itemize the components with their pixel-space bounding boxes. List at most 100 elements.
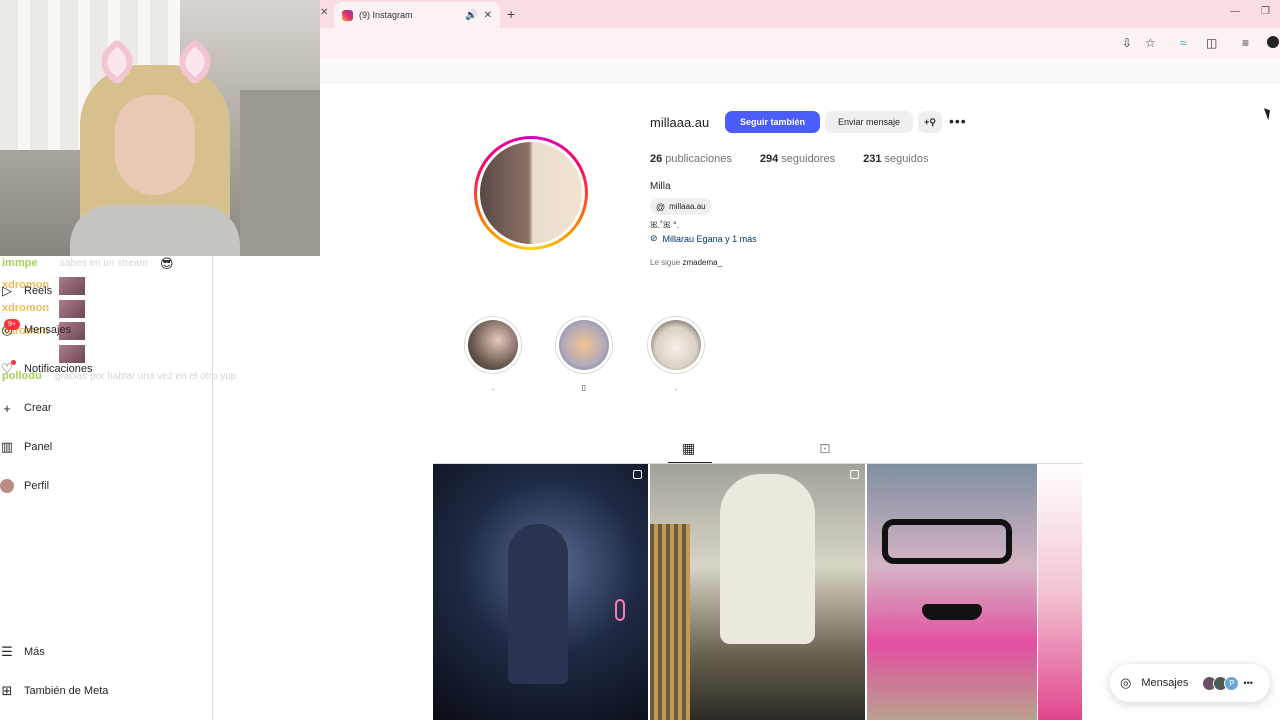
followers-stat[interactable]: 294 seguidores bbox=[760, 153, 835, 165]
bookmark-star-icon[interactable]: ☆ bbox=[1145, 36, 1156, 50]
more-options-icon[interactable]: ••• bbox=[949, 113, 967, 129]
sidebar-item-perfil[interactable]: Perfil bbox=[0, 479, 49, 493]
tab-title: (9) Instagram bbox=[359, 10, 413, 20]
sidebar-item-label: Mensajes bbox=[24, 324, 72, 336]
extension-icon[interactable]: ≈ bbox=[1180, 36, 1187, 50]
address-bar[interactable] bbox=[320, 28, 1280, 58]
profile-bio: ꕤ.˚ꕤ °. bbox=[650, 220, 680, 230]
sidebar-item-tambien-de-meta[interactable]: ⊞ También de Meta bbox=[0, 683, 109, 698]
chat-emote bbox=[59, 277, 85, 295]
speaker-icon[interactable]: 🔊 bbox=[465, 10, 477, 21]
chat-username: xdromon bbox=[2, 302, 50, 314]
sidebar-item-reels[interactable]: ▷ Reels bbox=[0, 283, 53, 298]
previous-tab-close-icon[interactable]: ✕ bbox=[320, 7, 328, 18]
grid-icon[interactable]: ▦ bbox=[682, 440, 695, 457]
streamer-shirt bbox=[70, 205, 240, 256]
post-thumbnail[interactable] bbox=[433, 464, 648, 720]
sidebar-item-label: Más bbox=[24, 646, 45, 658]
highlight-image bbox=[651, 320, 701, 370]
webcam-background-shelf bbox=[240, 90, 320, 256]
sidebar-item-mas[interactable]: ☰ Más bbox=[0, 644, 45, 659]
highlight-label: . bbox=[674, 383, 678, 392]
highlight-image bbox=[468, 320, 518, 370]
chat-emote bbox=[59, 345, 85, 363]
sidebar-item-label: Notificaciones bbox=[24, 363, 93, 375]
browser-tab-instagram[interactable]: (9) Instagram 🔊 ✕ bbox=[334, 2, 500, 28]
more-icon: ••• bbox=[1243, 678, 1253, 688]
followed-by[interactable]: Le sigue zmadema_ bbox=[650, 258, 722, 267]
webcam-overlay bbox=[0, 0, 320, 256]
link-icon: ⊘ bbox=[650, 233, 658, 243]
mutual-link[interactable]: ⊘ Millarau Egana y 1 más bbox=[650, 233, 757, 244]
emote-icon: 😎 bbox=[160, 256, 174, 271]
following-label: seguidos bbox=[884, 153, 929, 165]
following-stat[interactable]: 231 seguidos bbox=[863, 153, 928, 165]
sidebar-item-label: Reels bbox=[24, 285, 53, 297]
messenger-icon: ◎ bbox=[1120, 675, 1132, 690]
carousel-icon bbox=[1067, 470, 1076, 479]
sidebar-item-crear[interactable]: + Crear bbox=[0, 400, 52, 416]
meta-apps-icon: ⊞ bbox=[1, 683, 13, 698]
minimize-icon[interactable]: — bbox=[1230, 6, 1240, 17]
reels-icon: ▷ bbox=[2, 283, 12, 298]
mouse-cursor-icon bbox=[1263, 106, 1274, 121]
instagram-favicon-icon bbox=[342, 9, 353, 21]
send-message-button[interactable]: Enviar mensaje bbox=[825, 111, 913, 133]
profile-avatar-icon[interactable] bbox=[1267, 36, 1279, 48]
tagged-icon[interactable]: ⊡ bbox=[819, 440, 831, 457]
avatar-icon bbox=[0, 479, 14, 493]
restore-icon[interactable]: ❐ bbox=[1261, 6, 1270, 17]
threads-icon: @ bbox=[656, 201, 666, 212]
post-gate bbox=[650, 524, 690, 720]
post-statue bbox=[720, 474, 815, 644]
install-app-icon[interactable]: ⇩ bbox=[1122, 36, 1132, 50]
highlight-label: ▯ bbox=[581, 383, 587, 392]
post-thumbnail[interactable] bbox=[650, 464, 865, 720]
post-figure bbox=[508, 524, 568, 684]
chat-username: immpe bbox=[2, 257, 38, 269]
sidebar-item-panel[interactable]: ▥ Panel bbox=[0, 439, 52, 454]
tab-close-icon[interactable]: ✕ bbox=[484, 10, 492, 21]
profile-full-name: Milla bbox=[650, 181, 671, 192]
post-thumbnail[interactable] bbox=[1038, 464, 1082, 720]
threads-handle: millaaa.au bbox=[669, 202, 706, 211]
extensions-puzzle-icon[interactable]: ◫ bbox=[1206, 36, 1217, 50]
new-tab-button[interactable]: + bbox=[507, 6, 515, 22]
page-top-strip bbox=[320, 58, 1280, 83]
streamer bbox=[70, 37, 240, 256]
post-thumbnail[interactable] bbox=[867, 464, 1037, 720]
threads-badge[interactable]: @ millaaa.au bbox=[650, 198, 712, 215]
profile-username: millaaa.au bbox=[650, 115, 710, 130]
chat-message: sabes en un stream bbox=[60, 258, 148, 269]
sidebar-item-label: También de Meta bbox=[24, 685, 109, 697]
messages-label: Mensajes bbox=[1141, 677, 1189, 689]
followed-by-user: zmadema_ bbox=[682, 258, 723, 267]
menu-icon: ☰ bbox=[1, 644, 13, 659]
post-neon-sign bbox=[615, 599, 625, 621]
media-control-icon[interactable]: ≡ bbox=[1242, 36, 1249, 50]
sidebar-item-label: Crear bbox=[24, 402, 52, 414]
story-highlight[interactable] bbox=[464, 316, 522, 374]
following-count: 231 bbox=[863, 153, 882, 165]
followed-by-prefix: Le sigue bbox=[650, 258, 681, 267]
profile-stats: 26 publicaciones 294 seguidores 231 seguido… bbox=[650, 153, 929, 165]
post-glasses bbox=[882, 519, 1012, 564]
chat-emote bbox=[59, 300, 85, 318]
story-highlight[interactable] bbox=[647, 316, 705, 374]
avatar-border bbox=[477, 139, 585, 247]
highlight-image bbox=[559, 320, 609, 370]
carousel-icon bbox=[850, 470, 859, 479]
mutual-text: Millarau Egana y 1 más bbox=[662, 233, 757, 244]
suggested-users-button[interactable]: +⚲ bbox=[918, 111, 942, 133]
chart-icon: ▥ bbox=[0, 439, 14, 454]
plus-icon: + bbox=[3, 400, 11, 416]
follow-back-button[interactable]: Seguir también bbox=[725, 111, 820, 133]
posts-count: 26 bbox=[650, 153, 663, 165]
profile-avatar-story-ring[interactable] bbox=[474, 136, 588, 250]
story-highlight[interactable] bbox=[555, 316, 613, 374]
notification-dot bbox=[11, 360, 16, 365]
sidebar-item-label: Perfil bbox=[24, 480, 50, 492]
followers-label: seguidores bbox=[781, 153, 836, 165]
active-tab-indicator bbox=[668, 462, 712, 463]
messages-floating-button[interactable]: ◎ Mensajes P ••• bbox=[1110, 664, 1270, 702]
